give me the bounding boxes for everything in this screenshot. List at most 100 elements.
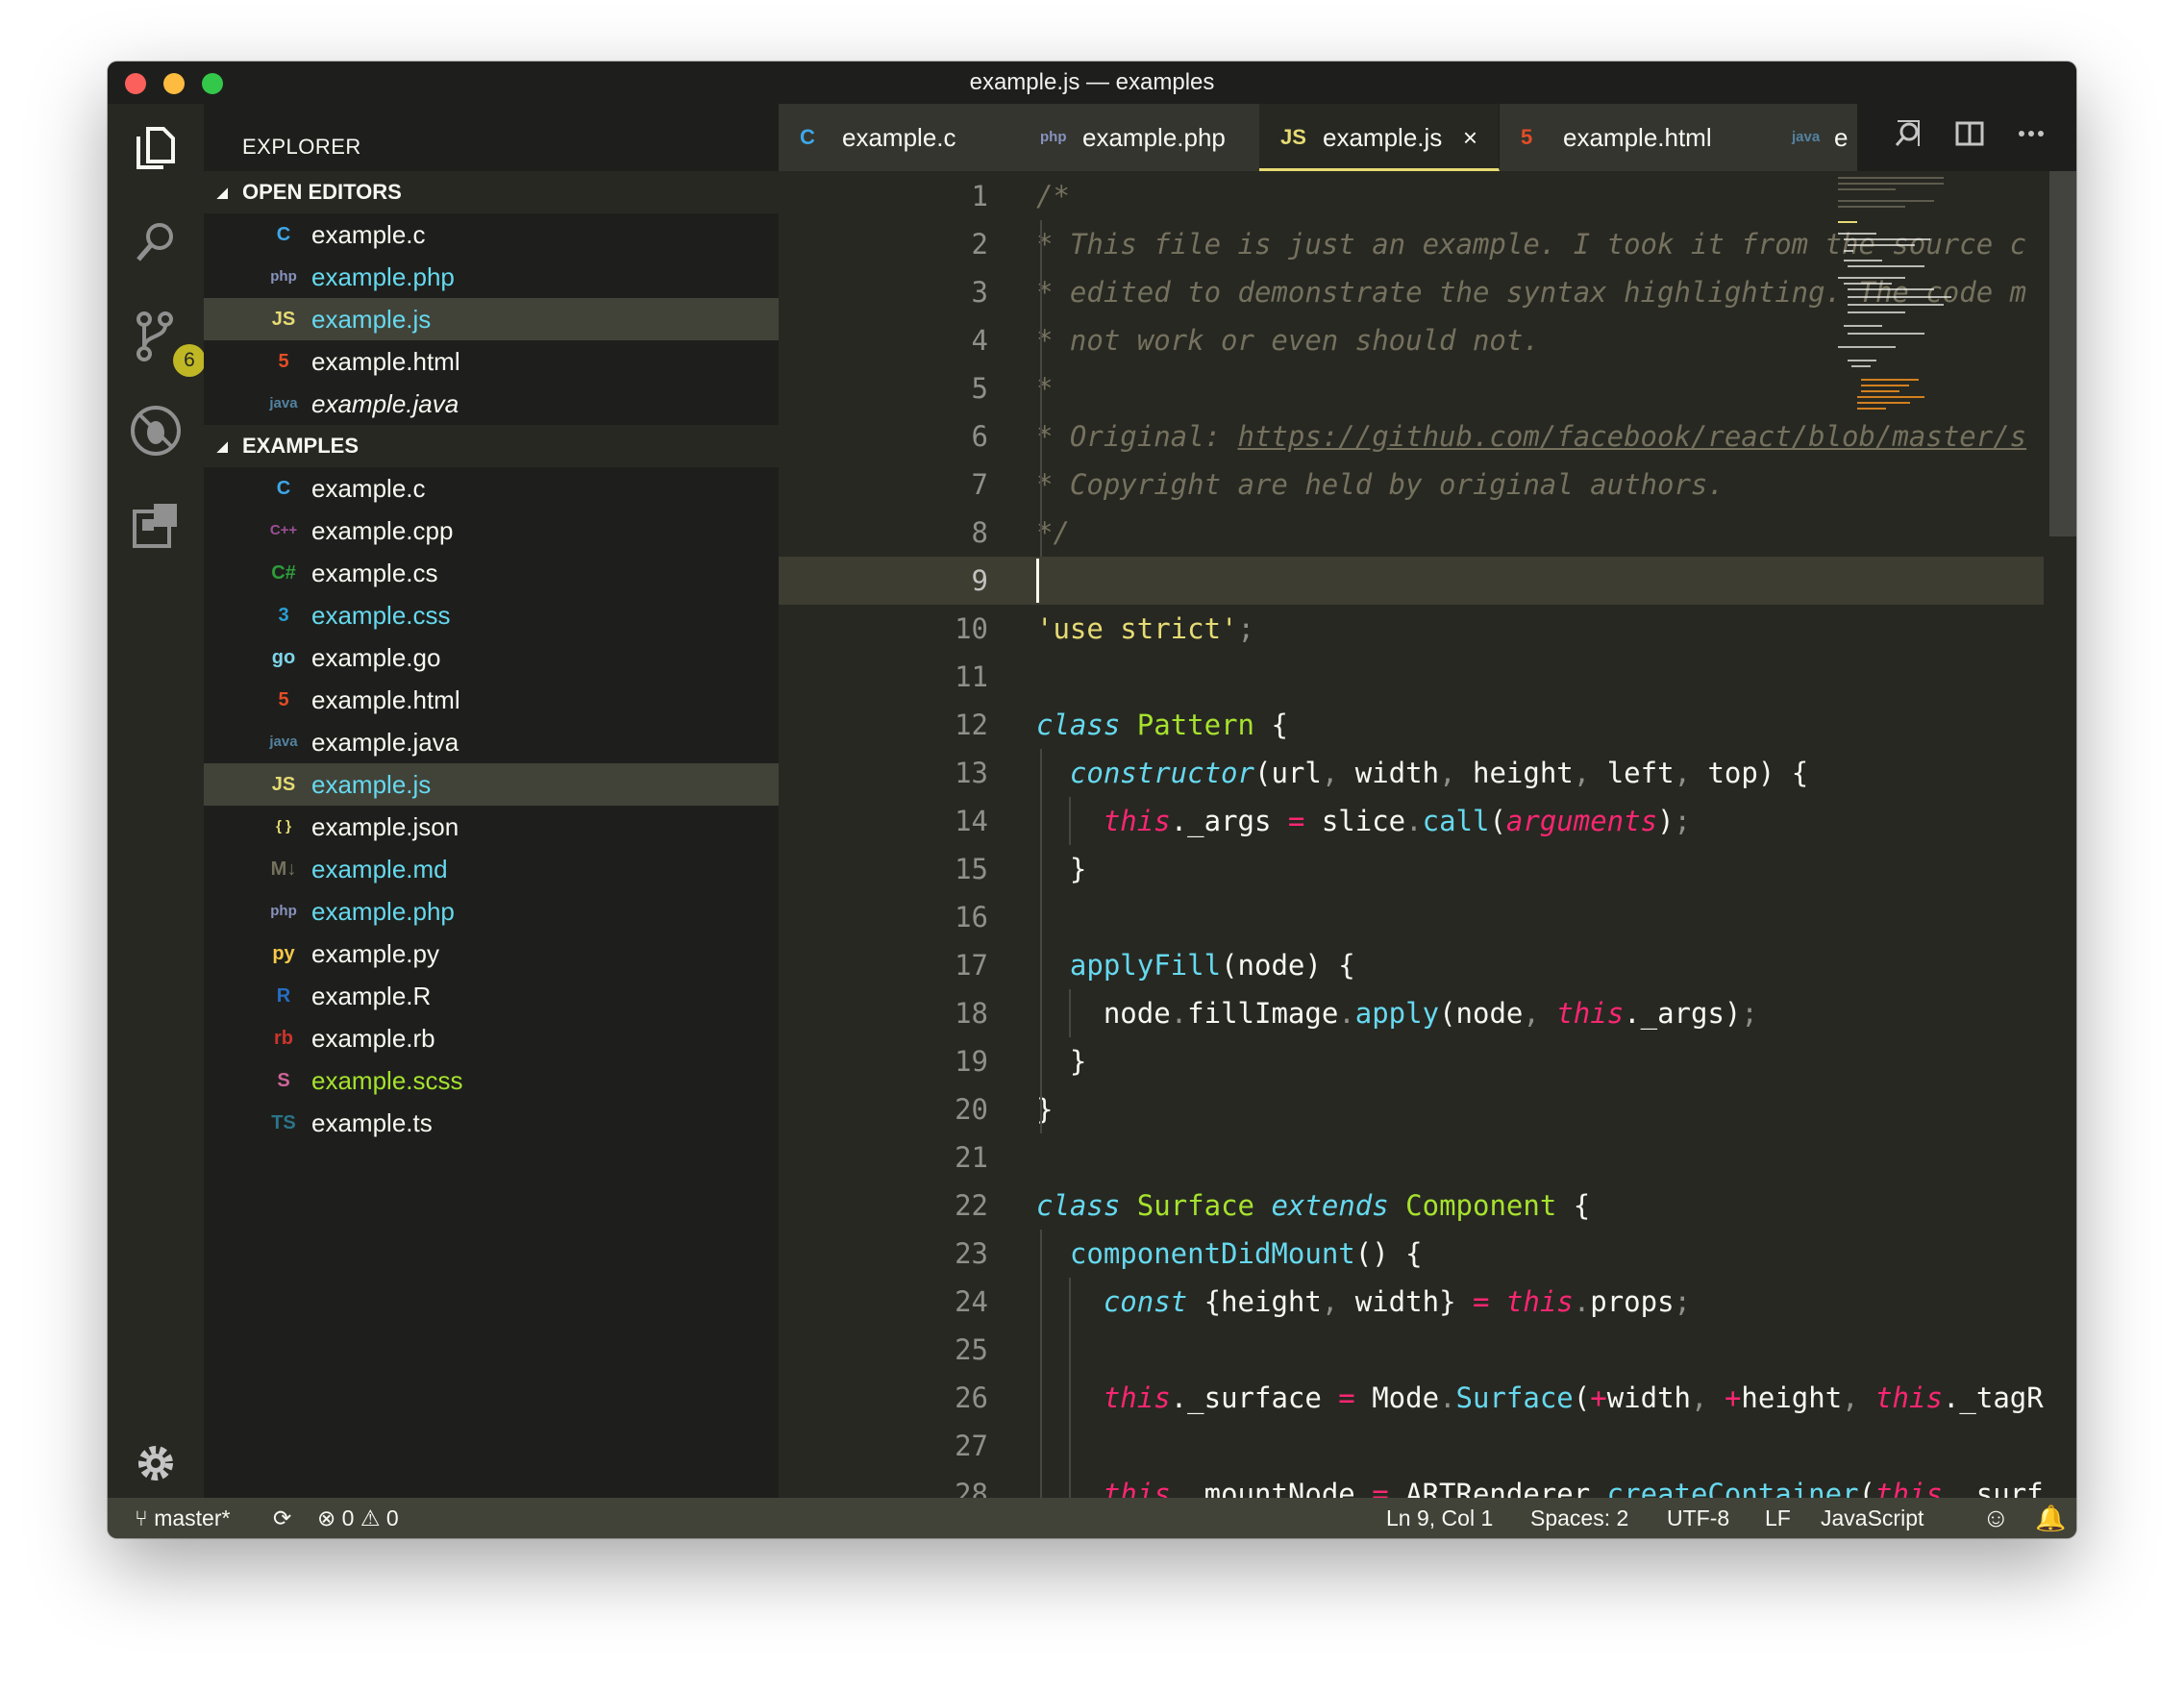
language-mode[interactable]: JavaScript (1821, 1498, 1923, 1538)
code-line: 19 } (779, 1037, 2044, 1085)
settings-gear-icon[interactable] (127, 1434, 185, 1492)
code-line: 26 this._surface = Mode.Surface(+width, … (779, 1374, 2044, 1422)
code-token: fillImage (1187, 997, 1339, 1030)
file-item[interactable]: Sexample.scss (204, 1059, 779, 1102)
file-name: example.R (311, 982, 432, 1010)
file-name: example.c (311, 220, 426, 249)
code-token: , (1321, 1285, 1355, 1318)
tab-example-php[interactable]: php example.php (1019, 104, 1260, 171)
code-token: ; (1237, 612, 1254, 645)
close-tab-icon[interactable]: × (1463, 104, 1477, 171)
code-token: arguments (1505, 805, 1658, 837)
code-token: , (1523, 997, 1557, 1030)
open-editors-header[interactable]: ◢ OPEN EDITORS (204, 171, 779, 213)
code-token: Surface (1136, 1189, 1254, 1222)
line-number: 20 (955, 1093, 988, 1126)
file-name: example.css (311, 601, 451, 630)
file-type-icon: 5 (278, 351, 289, 372)
file-item[interactable]: rb example.rb (204, 1017, 779, 1059)
scrollbar-thumb[interactable] (2049, 171, 2076, 536)
file-item[interactable]: php example.php (204, 256, 779, 298)
sync-icon[interactable]: ⟳ (273, 1498, 291, 1538)
feedback-smiley-icon[interactable]: ☺ (1982, 1498, 2010, 1538)
code-token: 'use strict' (1036, 612, 1238, 645)
error-count: 0 (341, 1505, 355, 1530)
search-icon[interactable] (127, 213, 185, 271)
text-cursor (1036, 559, 1039, 603)
extensions-icon[interactable] (127, 496, 185, 554)
code-token: width (1606, 1381, 1692, 1414)
minimap[interactable] (1836, 171, 1953, 460)
code-token: . (1439, 1381, 1456, 1414)
tab-file-icon: java (1792, 129, 1821, 145)
tab-example-c[interactable]: Cexample.c (779, 104, 1020, 171)
source-control-icon[interactable]: 6 (127, 308, 206, 377)
file-item[interactable]: { } example.json (204, 806, 779, 848)
file-type-icon: M↓ (270, 858, 297, 880)
file-item[interactable]: Rexample.R (204, 975, 779, 1017)
code-line: 28 this._mountNode = ARTRenderer.createC… (779, 1470, 2044, 1498)
file-item[interactable]: TS example.ts (204, 1102, 779, 1144)
file-item[interactable]: 5 example.html (204, 340, 779, 383)
line-number: 5 (971, 372, 988, 405)
cursor-position[interactable]: Ln 9, Col 1 (1386, 1498, 1493, 1538)
more-actions-icon[interactable] (2015, 117, 2048, 158)
code-token: class (1036, 1189, 1121, 1222)
file-item[interactable]: py example.py (204, 933, 779, 975)
code-token: , (1842, 1381, 1876, 1414)
code-token: this (1103, 1478, 1171, 1498)
encoding-status[interactable]: UTF-8 (1667, 1498, 1729, 1538)
warning-count: 0 (385, 1505, 399, 1530)
file-item[interactable]: java example.java (204, 383, 779, 425)
file-item[interactable]: JS example.js (204, 763, 779, 806)
file-item[interactable]: 5 example.html (204, 679, 779, 721)
tab-e[interactable]: java e (1771, 104, 1858, 171)
file-item[interactable]: Cexample.c (204, 467, 779, 510)
code-token: * Original: (1036, 420, 1238, 453)
file-item[interactable]: java example.java (204, 721, 779, 763)
split-editor-icon[interactable] (1953, 117, 1986, 158)
code-token: Mode (1354, 1381, 1440, 1414)
code-token: ) (1657, 805, 1675, 837)
line-number: 7 (971, 468, 988, 501)
indent-guide (1069, 1278, 1071, 1498)
file-item[interactable]: JS example.js (204, 298, 779, 340)
tab-example-js[interactable]: JS example.js × (1259, 104, 1500, 171)
file-item[interactable]: go example.go (204, 636, 779, 679)
code-token: Surface (1455, 1381, 1574, 1414)
code-token: () { (1354, 1237, 1423, 1270)
file-item[interactable]: Cexample.c (204, 213, 779, 256)
indentation-status[interactable]: Spaces: 2 (1530, 1498, 1628, 1538)
examples-folder-label: EXAMPLES (242, 434, 360, 458)
file-item[interactable]: C++ example.cpp (204, 510, 779, 552)
file-item[interactable]: 3 example.css (204, 594, 779, 636)
file-item[interactable]: M↓ example.md (204, 848, 779, 890)
file-name: example.html (311, 347, 460, 376)
code-text: class Surface extends Component { (1036, 1182, 1590, 1230)
code-token: . (1338, 997, 1355, 1030)
debug-icon[interactable] (127, 402, 185, 460)
file-name: example.html (311, 685, 460, 714)
open-changes-icon[interactable] (1892, 117, 1924, 158)
file-item[interactable]: C# example.cs (204, 552, 779, 594)
line-number: 13 (955, 757, 988, 789)
code-token: (node) { (1221, 949, 1355, 982)
explorer-icon[interactable] (127, 119, 185, 177)
branch-status[interactable]: ⑂ master* (135, 1498, 230, 1538)
notifications-bell-icon[interactable]: 🔔 (2035, 1498, 2066, 1538)
eol-status[interactable]: LF (1765, 1498, 1791, 1538)
tab-example-html[interactable]: 5 example.html (1500, 104, 1772, 171)
open-editors-label: OPEN EDITORS (242, 180, 402, 204)
problems-status[interactable]: ⊗ 0 ⚠ 0 (317, 1498, 399, 1538)
indent-guide (1040, 749, 1042, 1133)
examples-folder-header[interactable]: ◢ EXAMPLES (204, 425, 779, 467)
file-item[interactable]: php example.php (204, 890, 779, 933)
code-line: 21 (779, 1133, 2044, 1182)
file-type-icon: java (269, 734, 298, 750)
code-token: url (1271, 757, 1322, 789)
